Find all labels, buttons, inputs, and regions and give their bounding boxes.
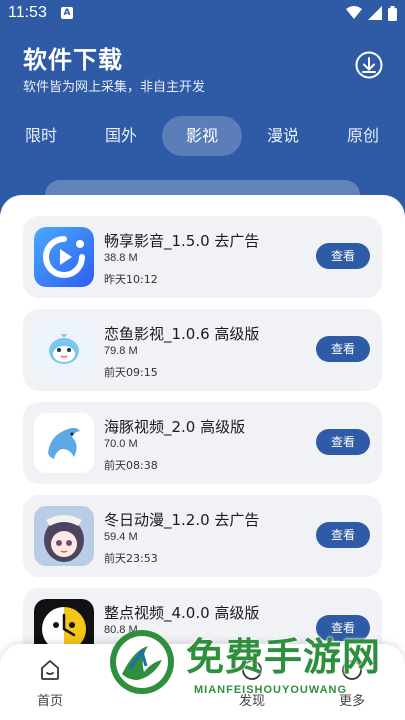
download-icon[interactable]	[354, 50, 384, 80]
app-size: 79.8 M	[104, 345, 138, 357]
app-size: 70.0 M	[104, 438, 138, 450]
page-subtitle: 软件皆为网上采集，非自主开发	[23, 80, 206, 95]
play-circle-icon	[34, 227, 94, 287]
status-indicators	[346, 5, 397, 21]
app-date: 前天23:53	[104, 552, 158, 565]
tab-video[interactable]: 影视	[162, 116, 242, 156]
app-name: 恋鱼影视_1.0.6 高级版	[104, 325, 260, 343]
app-card[interactable]: 海豚视频_2.0 高级版 70.0 M 前天08:38 查看	[23, 402, 382, 484]
view-button[interactable]: 查看	[316, 429, 370, 455]
category-tabs: 限时 国外 影视 漫说 原创	[0, 116, 405, 158]
wifi-icon	[346, 6, 362, 19]
watermark-title: 免费手游网	[186, 634, 382, 679]
view-button[interactable]: 查看	[316, 522, 370, 548]
watermark: 免费手游网 MIANFEISHOUYOUWANG	[108, 626, 403, 720]
view-button[interactable]: 查看	[316, 243, 370, 269]
tab-foreign[interactable]: 国外	[92, 116, 150, 156]
notification-a-icon: A	[61, 7, 73, 19]
app-date: 前天09:15	[104, 366, 158, 379]
app-card[interactable]: 畅享影音_1.5.0 去广告 38.8 M 昨天10:12 查看	[23, 216, 382, 298]
tab-limited[interactable]: 限时	[12, 116, 70, 156]
watermark-subtitle: MIANFEISHOUYOUWANG	[194, 684, 348, 696]
tab-comics[interactable]: 漫说	[254, 116, 312, 156]
signal-icon	[368, 6, 382, 20]
app-date: 昨天10:12	[104, 273, 158, 286]
tab-original[interactable]: 原创	[334, 116, 392, 156]
view-button[interactable]: 查看	[316, 336, 370, 362]
app-date: 前天08:38	[104, 459, 158, 472]
anime-girl-icon	[34, 506, 94, 566]
app-name: 海豚视频_2.0 高级版	[104, 418, 246, 436]
status-time: 11:53	[8, 4, 47, 21]
app-name: 冬日动漫_1.2.0 去广告	[104, 511, 260, 529]
page-title: 软件下载	[23, 46, 123, 74]
dolphin-icon	[34, 413, 94, 473]
status-bar: 11:53 A	[0, 0, 405, 28]
battery-icon	[388, 5, 397, 21]
app-card[interactable]: 恋鱼影视_1.0.6 高级版 79.8 M 前天09:15 查看	[23, 309, 382, 391]
app-card[interactable]: 冬日动漫_1.2.0 去广告 59.4 M 前天23:53 查看	[23, 495, 382, 577]
app-size: 59.4 M	[104, 531, 138, 543]
home-icon	[41, 660, 59, 680]
app-size: 38.8 M	[104, 252, 138, 264]
nav-home[interactable]: 首页	[20, 658, 80, 709]
watermark-logo-icon	[110, 630, 174, 694]
app-name: 畅享影音_1.5.0 去广告	[104, 232, 260, 250]
nav-home-label: 首页	[36, 694, 63, 709]
app-name: 整点视频_4.0.0 高级版	[104, 604, 260, 622]
fish-mascot-icon	[34, 320, 94, 380]
